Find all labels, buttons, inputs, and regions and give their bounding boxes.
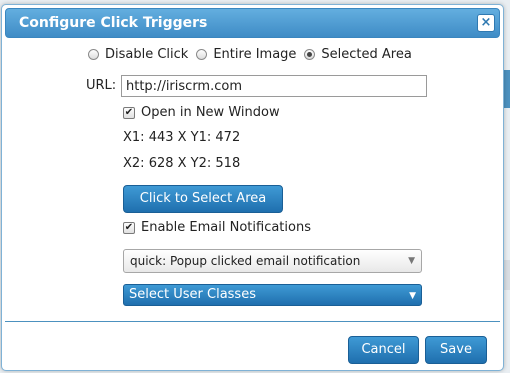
radio-selected-area[interactable] xyxy=(304,49,316,60)
click-mode-radio-group: Disable Click Entire Image Selected Area xyxy=(88,47,420,62)
url-input[interactable] xyxy=(121,75,427,97)
email-notifications-row: ✔ Enable Email Notifications xyxy=(123,220,311,235)
radio-label-disable-click: Disable Click xyxy=(105,47,189,62)
select-area-button[interactable]: Click to Select Area xyxy=(123,185,283,213)
dialog-title: Configure Click Triggers xyxy=(19,15,208,31)
dialog-titlebar[interactable]: Configure Click Triggers × xyxy=(5,8,500,38)
background-strip xyxy=(504,70,510,108)
radio-label-entire-image: Entire Image xyxy=(213,47,297,62)
close-icon[interactable]: × xyxy=(477,14,495,32)
email-notifications-checkbox[interactable]: ✔ xyxy=(123,221,135,234)
radio-disable-click[interactable] xyxy=(88,49,99,60)
save-button[interactable]: Save xyxy=(425,336,487,364)
coords-second: X2: 628 X Y2: 518 xyxy=(123,156,241,171)
cancel-button[interactable]: Cancel xyxy=(348,336,419,364)
notification-select-value: quick: Popup clicked email notification xyxy=(130,254,361,268)
chevron-down-icon: ▼ xyxy=(409,291,416,301)
background-strip-lower xyxy=(504,260,510,290)
configure-click-triggers-dialog: Configure Click Triggers × Disable Click… xyxy=(1,4,504,371)
email-notifications-label: Enable Email Notifications xyxy=(141,220,311,235)
open-new-window-row: ✔ Open in New Window xyxy=(123,105,280,120)
footer-divider xyxy=(5,321,500,322)
url-label: URL: xyxy=(86,78,117,93)
chevron-down-icon: ▼ xyxy=(408,256,415,266)
open-new-window-label: Open in New Window xyxy=(141,105,280,120)
user-classes-value: Select User Classes xyxy=(129,287,256,302)
radio-label-selected-area: Selected Area xyxy=(321,47,412,62)
notification-select[interactable]: quick: Popup clicked email notification … xyxy=(123,249,422,273)
coords-first: X1: 443 X Y1: 472 xyxy=(123,130,241,145)
open-new-window-checkbox[interactable]: ✔ xyxy=(123,106,135,119)
user-classes-select[interactable]: Select User Classes ▼ xyxy=(123,284,422,306)
radio-entire-image[interactable] xyxy=(196,49,208,60)
